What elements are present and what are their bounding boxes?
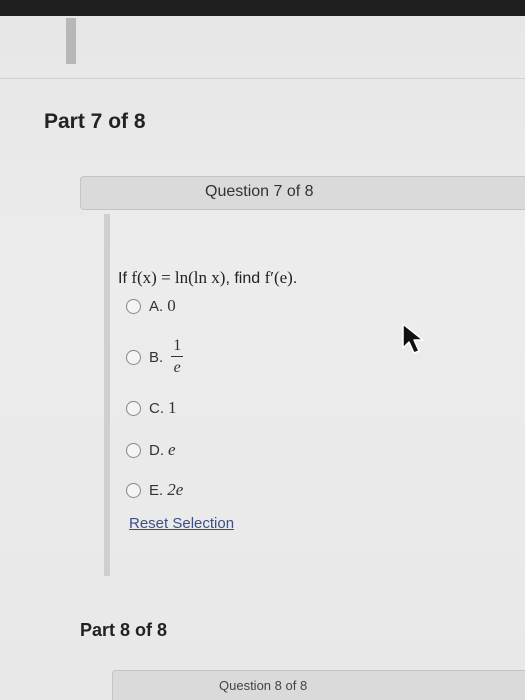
option-e-value: 2e xyxy=(167,480,184,499)
question-8-header: Question 8 of 8 xyxy=(112,670,525,700)
reset-selection-link[interactable]: Reset Selection xyxy=(129,515,234,532)
option-b-numerator: 1 xyxy=(173,337,182,354)
question-7-header: Question 7 of 8 xyxy=(80,176,525,210)
option-c-value: 1 xyxy=(168,398,177,417)
option-d-value: e xyxy=(168,440,176,459)
option-e[interactable]: E. 2e xyxy=(126,480,183,500)
mouse-pointer-icon xyxy=(400,322,430,361)
option-d-letter: D. xyxy=(149,441,164,459)
option-b-denominator: e xyxy=(173,359,181,377)
question-prompt: If f(x) = ln(ln x), find f′(e). xyxy=(118,268,297,288)
prompt-mid: , find xyxy=(225,270,265,287)
question-8-header-label: Question 8 of 8 xyxy=(219,678,308,693)
option-d-radio[interactable] xyxy=(126,442,141,458)
option-b-letter: B. xyxy=(149,348,164,366)
option-c[interactable]: C. 1 xyxy=(126,398,177,418)
option-a-value: 0 xyxy=(167,296,176,315)
option-e-letter: E. xyxy=(149,481,164,499)
option-b-radio[interactable] xyxy=(126,349,141,365)
panel-divider xyxy=(0,78,525,79)
option-e-radio[interactable] xyxy=(126,482,141,498)
part-7-title: Part 7 of 8 xyxy=(44,110,146,133)
option-b-fraction: 1 e xyxy=(171,337,184,377)
left-rail xyxy=(66,18,76,64)
option-b[interactable]: B. 1 e xyxy=(126,337,184,377)
option-a-letter: A. xyxy=(149,297,164,315)
prompt-prefix: If xyxy=(118,270,132,287)
option-c-radio[interactable] xyxy=(126,400,141,416)
option-d[interactable]: D. e xyxy=(126,440,176,460)
prompt-suffix: . xyxy=(292,270,298,287)
prompt-target: f′(e) xyxy=(264,268,293,287)
option-a-radio[interactable] xyxy=(126,298,141,314)
question-rail xyxy=(104,214,110,576)
top-bezel xyxy=(0,0,525,16)
option-a[interactable]: A. 0 xyxy=(126,296,176,316)
part-8-title: Part 8 of 8 xyxy=(80,620,168,640)
option-c-letter: C. xyxy=(149,399,164,417)
prompt-function: f(x) = ln(ln x) xyxy=(131,268,226,287)
question-7-header-label: Question 7 of 8 xyxy=(205,183,314,200)
